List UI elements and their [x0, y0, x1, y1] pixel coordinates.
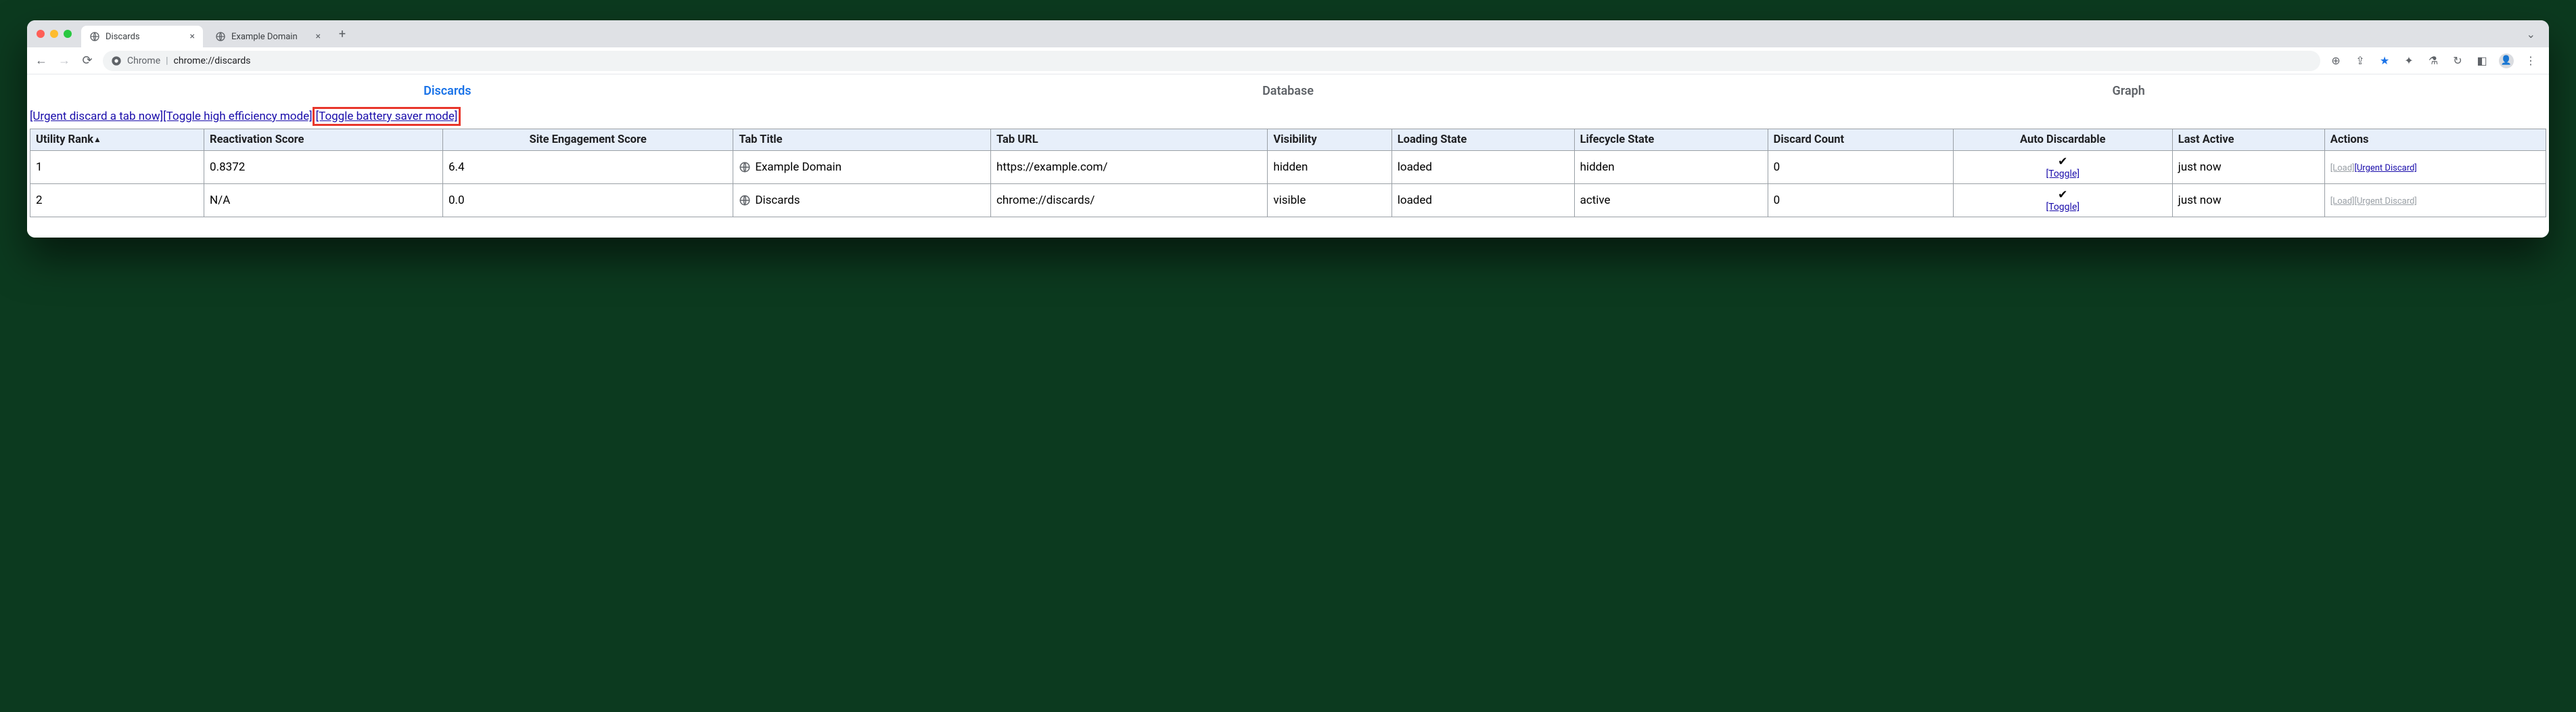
globe-icon — [739, 194, 751, 206]
cell-engagement: 6.4 — [443, 151, 733, 184]
action-urgent-discard-link: [Urgent Discard] — [2355, 196, 2417, 206]
cell-rank: 1 — [30, 151, 204, 184]
table-row: 10.83726.4Example Domainhttps://example.… — [30, 151, 2546, 184]
toggle-high-efficiency-link[interactable]: [Toggle high efficiency mode] — [163, 110, 312, 123]
browser-window: Discards × Example Domain × + ⌄ ← → ⟳ Ch… — [27, 20, 2549, 238]
reload-button[interactable]: ⟳ — [80, 53, 95, 68]
cell-last-active: just now — [2172, 184, 2324, 217]
bookmark-star-icon[interactable]: ★ — [2377, 54, 2392, 67]
discards-table: Utility Rank▲ Reactivation Score Site En… — [30, 129, 2546, 217]
col-tab-title[interactable]: Tab Title — [733, 129, 991, 151]
cell-lifecycle: hidden — [1574, 151, 1768, 184]
close-window-button[interactable] — [37, 30, 45, 38]
omnibox-separator: | — [166, 55, 168, 66]
share-icon[interactable]: ⇪ — [2353, 54, 2368, 67]
cell-title: Example Domain — [733, 151, 991, 184]
cell-rank: 2 — [30, 184, 204, 217]
omnibox-url: chrome://discards — [174, 55, 251, 66]
omnibox-prefix: Chrome — [127, 55, 160, 66]
cell-last-active: just now — [2172, 151, 2324, 184]
cell-visibility: hidden — [1268, 151, 1392, 184]
col-visibility[interactable]: Visibility — [1268, 129, 1392, 151]
col-utility-rank[interactable]: Utility Rank▲ — [30, 129, 204, 151]
cell-loading: loaded — [1392, 151, 1574, 184]
col-site-engagement[interactable]: Site Engagement Score — [443, 129, 733, 151]
cell-url: https://example.com/ — [991, 151, 1268, 184]
tab-title: Example Domain — [231, 32, 298, 42]
back-button[interactable]: ← — [34, 53, 49, 68]
table-header-row: Utility Rank▲ Reactivation Score Site En… — [30, 129, 2546, 151]
toggle-auto-discard-link[interactable]: [Toggle] — [1959, 169, 2167, 179]
profile-avatar[interactable]: 👤 — [2499, 53, 2514, 68]
page-content: Discards Database Graph [Urgent discard … — [27, 74, 2549, 238]
toggle-battery-saver-link[interactable]: [Toggle battery saver mode] — [316, 110, 458, 123]
sort-asc-icon: ▲ — [93, 135, 101, 144]
toggle-auto-discard-link[interactable]: [Toggle] — [1959, 202, 2167, 213]
subnav-discards[interactable]: Discards — [27, 84, 868, 98]
globe-icon — [215, 31, 226, 42]
action-load-link: [Load] — [2330, 196, 2355, 206]
maximize-window-button[interactable] — [64, 30, 72, 38]
cell-visibility: visible — [1268, 184, 1392, 217]
tab-example-domain[interactable]: Example Domain × — [207, 26, 329, 47]
side-panel-icon[interactable]: ◧ — [2475, 54, 2489, 67]
col-auto-discardable[interactable]: Auto Discardable — [1953, 129, 2172, 151]
cell-engagement: 0.0 — [443, 184, 733, 217]
action-load-link: [Load] — [2330, 163, 2355, 173]
toolbar-right-icons: ⊕ ⇪ ★ ✦ ⚗ ↻ ◧ 👤 ⋮ — [2328, 53, 2542, 68]
window-controls — [37, 30, 72, 38]
highlight-box: [Toggle battery saver mode] — [313, 107, 461, 126]
cell-discard-count: 0 — [1768, 184, 1953, 217]
close-tab-icon[interactable]: × — [190, 31, 195, 42]
cell-reactivation: 0.8372 — [204, 151, 443, 184]
sub-navigation: Discards Database Graph — [27, 74, 2549, 107]
new-tab-button[interactable]: + — [333, 24, 352, 43]
col-actions[interactable]: Actions — [2324, 129, 2546, 151]
cell-url: chrome://discards/ — [991, 184, 1268, 217]
tab-strip: Discards × Example Domain × + ⌄ — [27, 20, 2549, 47]
cell-actions: [Load][Urgent Discard] — [2324, 151, 2546, 184]
subnav-database[interactable]: Database — [868, 84, 1709, 98]
cell-actions: [Load][Urgent Discard] — [2324, 184, 2546, 217]
action-urgent-discard-link[interactable]: [Urgent Discard] — [2355, 163, 2417, 173]
omnibox[interactable]: Chrome | chrome://discards — [103, 51, 2320, 71]
close-tab-icon[interactable]: × — [316, 31, 321, 42]
tab-title: Discards — [106, 32, 140, 42]
table-row: 2N/A0.0Discardschrome://discards/visible… — [30, 184, 2546, 217]
tab-discards[interactable]: Discards × — [81, 26, 203, 47]
col-tab-url[interactable]: Tab URL — [991, 129, 1268, 151]
col-loading-state[interactable]: Loading State — [1392, 129, 1574, 151]
tab-search-button[interactable]: ⌄ — [2520, 28, 2542, 41]
kebab-menu-icon[interactable]: ⋮ — [2523, 54, 2538, 67]
refresh-extension-icon[interactable]: ↻ — [2450, 54, 2465, 67]
check-icon: ✔ — [1959, 155, 2167, 169]
forward-button: → — [57, 53, 72, 68]
minimize-window-button[interactable] — [50, 30, 58, 38]
cell-loading: loaded — [1392, 184, 1574, 217]
cell-auto-discardable: ✔[Toggle] — [1953, 184, 2172, 217]
zoom-icon[interactable]: ⊕ — [2328, 54, 2343, 67]
col-discard-count[interactable]: Discard Count — [1768, 129, 1953, 151]
cell-discard-count: 0 — [1768, 151, 1953, 184]
cell-auto-discardable: ✔[Toggle] — [1953, 151, 2172, 184]
cell-reactivation: N/A — [204, 184, 443, 217]
check-icon: ✔ — [1959, 188, 2167, 202]
globe-icon — [739, 161, 751, 173]
urgent-discard-link[interactable]: [Urgent discard a tab now] — [30, 110, 163, 123]
globe-icon — [89, 31, 100, 42]
subnav-graph[interactable]: Graph — [1708, 84, 2549, 98]
chrome-icon — [111, 55, 122, 66]
extensions-icon[interactable]: ✦ — [2401, 54, 2416, 67]
toolbar: ← → ⟳ Chrome | chrome://discards ⊕ ⇪ ★ ✦… — [27, 47, 2549, 74]
cell-lifecycle: active — [1574, 184, 1768, 217]
col-reactivation-score[interactable]: Reactivation Score — [204, 129, 443, 151]
labs-icon[interactable]: ⚗ — [2426, 54, 2441, 67]
col-last-active[interactable]: Last Active — [2172, 129, 2324, 151]
action-links-row: [Urgent discard a tab now][Toggle high e… — [27, 107, 2549, 129]
cell-title: Discards — [733, 184, 991, 217]
col-lifecycle-state[interactable]: Lifecycle State — [1574, 129, 1768, 151]
